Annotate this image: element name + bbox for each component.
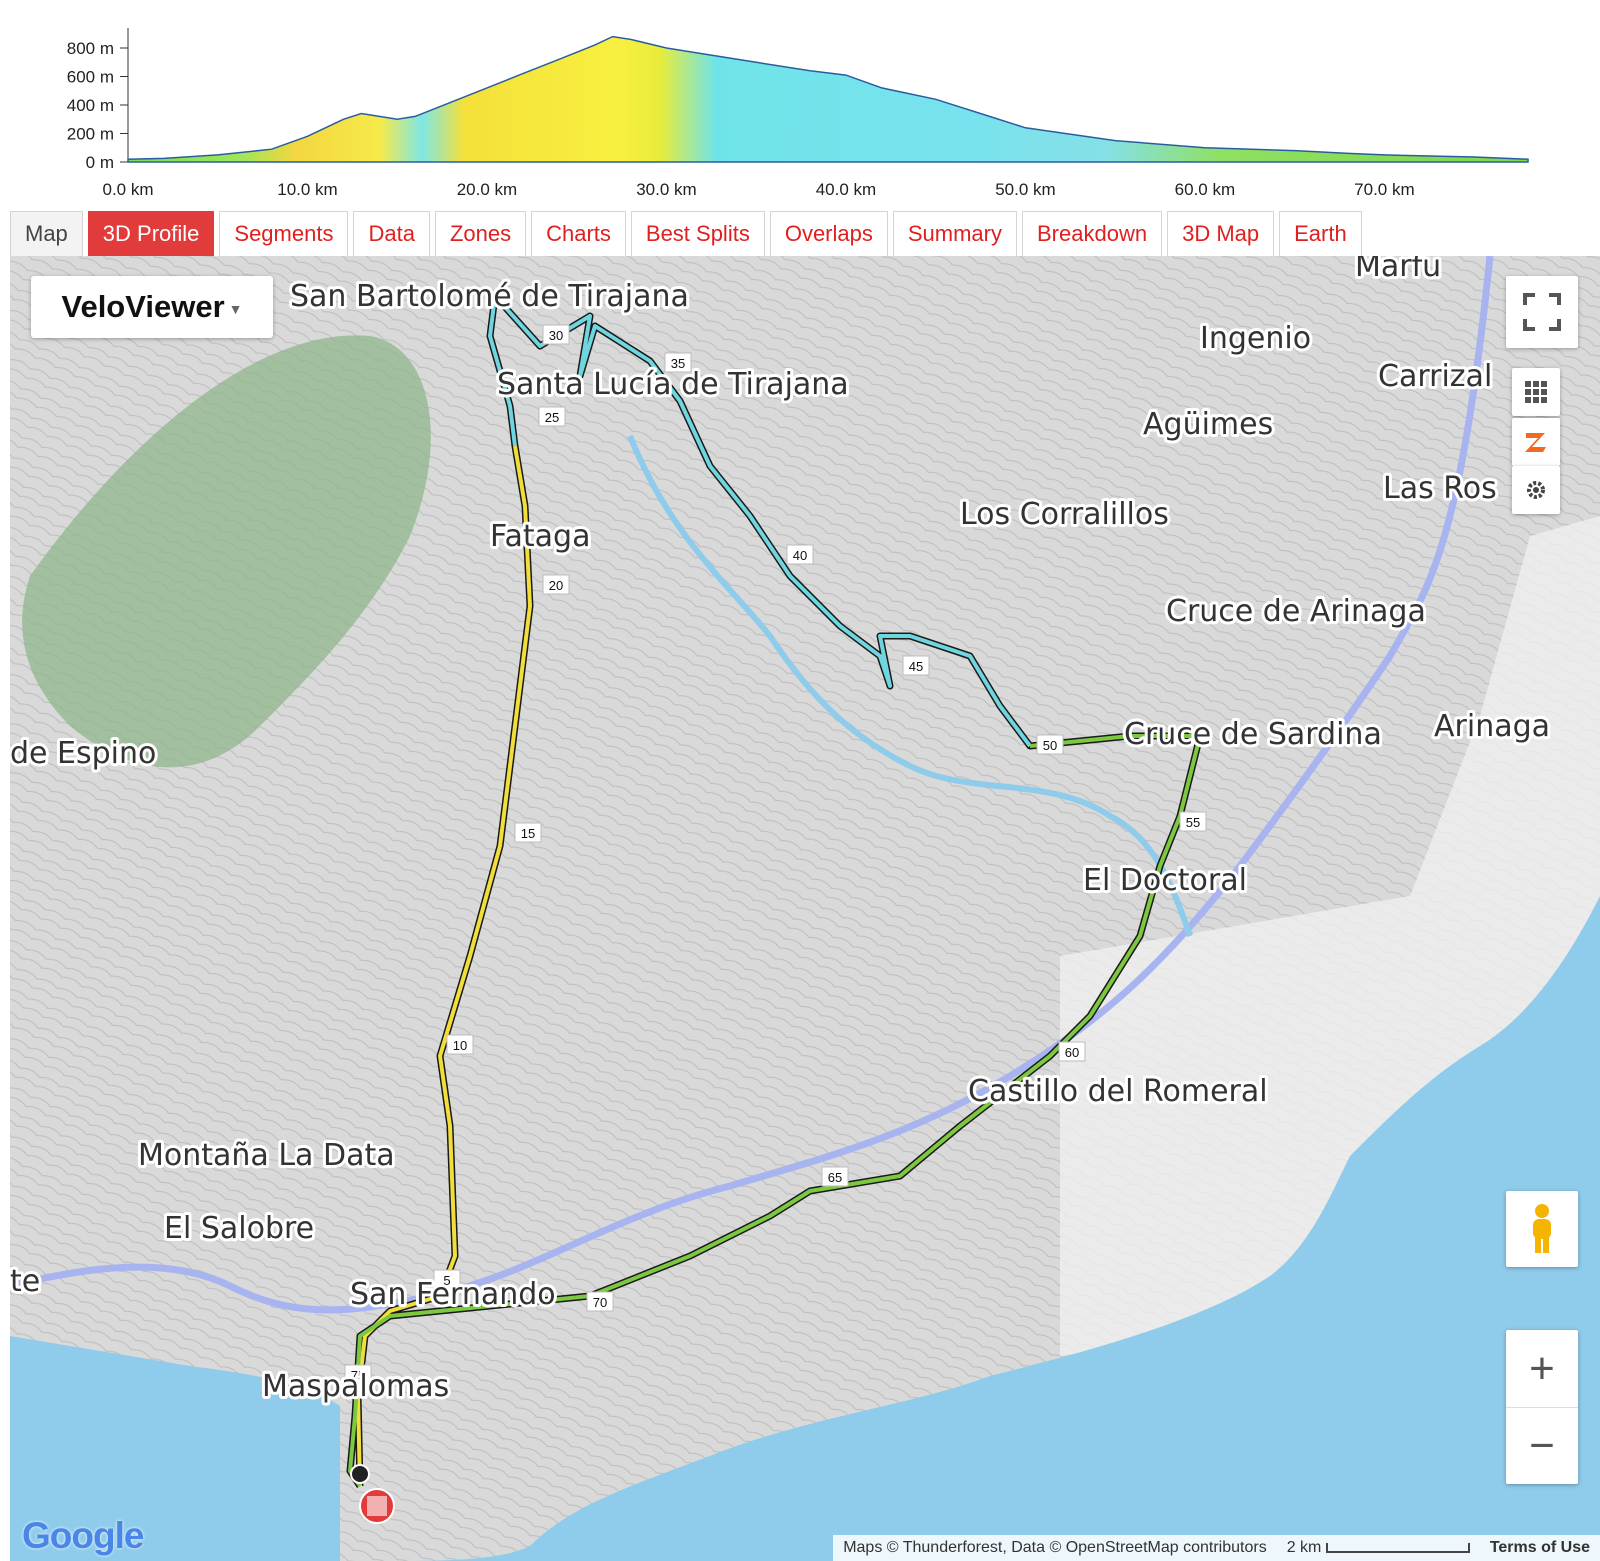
- tab-zones[interactable]: Zones: [434, 211, 527, 256]
- y-tick-label: 400 m: [67, 96, 114, 115]
- place-label: te: [10, 1264, 40, 1299]
- km-marker: 20: [542, 574, 570, 595]
- zoom-out-button[interactable]: −: [1506, 1408, 1578, 1484]
- place-label: Marfu: [1355, 256, 1441, 284]
- tab-segments[interactable]: Segments: [219, 211, 349, 256]
- start-marker[interactable]: [350, 1464, 370, 1484]
- street-view-pegman[interactable]: [1506, 1191, 1578, 1267]
- y-tick-label: 600 m: [67, 68, 114, 87]
- place-label: de Espino: [10, 736, 156, 771]
- place-label: San Fernando: [350, 1277, 556, 1312]
- place-label: Las Ros: [1383, 471, 1497, 506]
- zoom-control: + −: [1506, 1330, 1578, 1484]
- km-marker-label: 45: [909, 659, 923, 674]
- place-label: Fataga: [490, 519, 590, 554]
- map-view[interactable]: 5 10 15 20 25 30 35 40 45 50 55 60 65 70 75 San Bartol…: [10, 256, 1600, 1561]
- google-logo[interactable]: Google: [22, 1515, 144, 1557]
- place-label: Montaña La Data: [138, 1138, 395, 1173]
- x-tick-label: 20.0 km: [457, 180, 517, 199]
- elevation-profile[interactable]: 800 m 600 m 400 m 200 m 0 m 0.0 km 10.0 km 20.0…: [0, 0, 1600, 210]
- terms-of-use-link[interactable]: Terms of Use: [1480, 1539, 1600, 1557]
- km-marker-label: 20: [549, 578, 563, 593]
- tab-overlaps[interactable]: Overlaps: [769, 211, 888, 256]
- scale-bar[interactable]: 2 km: [1277, 1539, 1480, 1557]
- y-tick-label: 0 m: [86, 153, 114, 172]
- tab-summary[interactable]: Summary: [892, 211, 1017, 256]
- tab-best-splits[interactable]: Best Splits: [630, 211, 765, 256]
- place-label: Cruce de Arinaga: [1166, 594, 1426, 629]
- km-marker: 10: [446, 1034, 474, 1055]
- tab-3d-profile[interactable]: 3D Profile: [87, 211, 215, 256]
- tab-bar: Map 3D Profile Segments Data Zones Charts Best…: [10, 211, 1367, 256]
- km-marker-label: 50: [1043, 738, 1057, 753]
- km-marker: 40: [786, 544, 814, 565]
- layers-button[interactable]: [1512, 368, 1560, 416]
- place-label: Castillo del Romeral: [968, 1074, 1268, 1109]
- tab-earth[interactable]: Earth: [1279, 211, 1362, 256]
- tab-charts[interactable]: Charts: [531, 211, 626, 256]
- map-attribution: Maps © Thunderforest, Data © OpenStreetM…: [833, 1535, 1600, 1561]
- tab-map[interactable]: Map: [10, 211, 83, 256]
- elevation-area: [127, 35, 1529, 163]
- place-label: El Doctoral: [1083, 863, 1247, 898]
- place-label: Ingenio: [1200, 321, 1311, 356]
- x-tick-label: 70.0 km: [1354, 180, 1414, 199]
- km-marker: 65: [821, 1166, 849, 1187]
- km-marker: 55: [1179, 811, 1207, 832]
- place-label: Carrizal: [1378, 359, 1492, 394]
- zwift-logo-icon: [1525, 433, 1546, 452]
- km-marker-label: 60: [1065, 1045, 1079, 1060]
- place-label: San Bartolomé de Tirajana: [290, 279, 689, 314]
- fullscreen-icon: [1523, 293, 1561, 331]
- x-tick-label: 0.0 km: [102, 180, 153, 199]
- km-marker: 15: [514, 822, 542, 843]
- km-marker: 45: [902, 655, 930, 676]
- place-label: El Salobre: [164, 1211, 314, 1246]
- x-tick-label: 10.0 km: [277, 180, 337, 199]
- attribution-text[interactable]: Maps © Thunderforest, Data © OpenStreetM…: [833, 1539, 1276, 1557]
- km-marker-label: 70: [593, 1295, 607, 1310]
- fullscreen-button[interactable]: [1506, 276, 1578, 348]
- km-marker-label: 55: [1186, 815, 1200, 830]
- km-marker: 30: [542, 324, 570, 345]
- y-tick-label: 200 m: [67, 125, 114, 144]
- km-marker: 60: [1058, 1041, 1086, 1062]
- y-tick-label: 800 m: [67, 39, 114, 58]
- km-marker-label: 65: [828, 1170, 842, 1185]
- caret-down-icon: ▼: [228, 300, 243, 317]
- x-tick-label: 40.0 km: [816, 180, 876, 199]
- km-marker-label: 25: [545, 410, 559, 425]
- km-marker-label: 10: [453, 1038, 467, 1053]
- grid-icon: [1525, 381, 1547, 403]
- place-label: Maspalomas: [262, 1369, 449, 1404]
- km-marker-label: 30: [549, 328, 563, 343]
- km-marker-label: 40: [793, 548, 807, 563]
- pegman-icon: [1533, 1204, 1551, 1253]
- settings-button[interactable]: [1512, 466, 1560, 514]
- place-label: Los Corralillos: [960, 497, 1169, 532]
- zwift-button[interactable]: [1512, 418, 1560, 466]
- place-label: Cruce de Sardina: [1124, 717, 1382, 752]
- km-marker: 50: [1036, 734, 1064, 755]
- km-marker: 70: [586, 1291, 614, 1312]
- plus-icon: +: [1529, 1343, 1555, 1393]
- map-type-selector[interactable]: VeloViewer ▼: [31, 276, 273, 338]
- zoom-in-button[interactable]: +: [1506, 1331, 1578, 1408]
- map-type-label: VeloViewer: [61, 289, 225, 324]
- x-tick-label: 60.0 km: [1175, 180, 1235, 199]
- place-label: Agüimes: [1143, 407, 1273, 442]
- gear-icon: [1527, 481, 1545, 499]
- km-marker-label: 15: [521, 826, 535, 841]
- x-tick-label: 30.0 km: [636, 180, 696, 199]
- tab-data[interactable]: Data: [353, 211, 430, 256]
- km-marker: 25: [538, 406, 566, 427]
- tab-breakdown[interactable]: Breakdown: [1022, 211, 1163, 256]
- place-label: Arinaga: [1434, 709, 1550, 744]
- minus-icon: −: [1529, 1420, 1555, 1470]
- place-label: Santa Lucía de Tirajana: [497, 367, 849, 402]
- tab-3d-map[interactable]: 3D Map: [1167, 211, 1275, 256]
- x-tick-label: 50.0 km: [995, 180, 1055, 199]
